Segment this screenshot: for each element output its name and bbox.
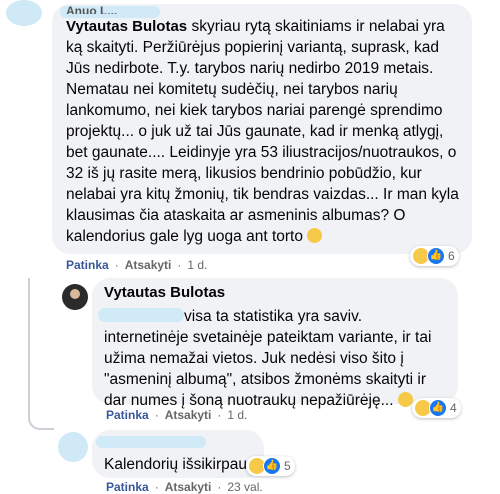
comment-header-partial: Anuo L... (66, 4, 118, 14)
like-link[interactable]: Patinka (66, 258, 109, 272)
reply-avatar[interactable] (62, 284, 88, 310)
reaction-count: 5 (284, 459, 291, 473)
redaction-scribble (96, 436, 206, 448)
comment-actions: Patinka · Atsakyti · 1 d. (66, 258, 207, 272)
reply-thread-line (28, 278, 54, 430)
separator: · (217, 408, 222, 422)
separator: · (217, 480, 222, 494)
comment-bubble: Anuo L... Vytautas Bulotas skyriau rytą … (52, 4, 472, 254)
reply-bubble: Kalendorių išsikirpau. (92, 430, 264, 478)
reply-actions: Patinka · Atsakyti · 23 val. (106, 480, 263, 494)
like-reaction-icon: 👍 (427, 247, 445, 265)
reply-link[interactable]: Atsakyti (165, 480, 212, 494)
separator: · (177, 258, 182, 272)
comment-text: skyriau rytą skaitiniams ir nelabai yra … (66, 18, 459, 245)
reply-link[interactable]: Atsakyti (165, 408, 212, 422)
reaction-count: 6 (448, 249, 455, 263)
timestamp[interactable]: 23 val. (227, 480, 262, 494)
reaction-count: 4 (450, 401, 457, 415)
smiling-emoji-icon (397, 392, 413, 407)
comment-body: Vytautas Bulotas skyriau rytą skaitiniam… (66, 16, 464, 247)
separator: · (154, 408, 159, 422)
reactions-badge[interactable]: 👍 4 (412, 398, 461, 418)
reply-avatar[interactable] (58, 432, 88, 462)
timestamp[interactable]: 1 d. (187, 258, 207, 272)
grinning-emoji-icon (307, 228, 323, 243)
commenter-avatar[interactable] (6, 0, 42, 26)
like-link[interactable]: Patinka (106, 408, 149, 422)
reply-link[interactable]: Atsakyti (125, 258, 172, 272)
reactions-badge[interactable]: 👍 6 (410, 246, 459, 266)
like-reaction-icon: 👍 (429, 399, 447, 417)
timestamp[interactable]: 1 d. (227, 408, 247, 422)
reply-body: visa ta statistika yra saviv. internetin… (104, 306, 444, 411)
reactions-badge[interactable]: 👍 5 (246, 456, 295, 476)
reply-text: visa ta statistika yra saviv. internetin… (104, 308, 432, 409)
like-reaction-icon: 👍 (263, 457, 281, 475)
commenter-name[interactable]: Vytautas Bulotas (66, 18, 187, 35)
reply-actions: Patinka · Atsakyti · 1 d. (106, 408, 247, 422)
replier-name[interactable]: Vytautas Bulotas (104, 284, 225, 301)
like-link[interactable]: Patinka (106, 480, 149, 494)
reply-text: Kalendorių išsikirpau. (104, 456, 252, 473)
reply-bubble: Vytautas Bulotas visa ta statistika yra … (92, 278, 458, 409)
separator: · (154, 480, 159, 494)
person-photo-icon (70, 289, 80, 299)
separator: · (114, 258, 119, 272)
